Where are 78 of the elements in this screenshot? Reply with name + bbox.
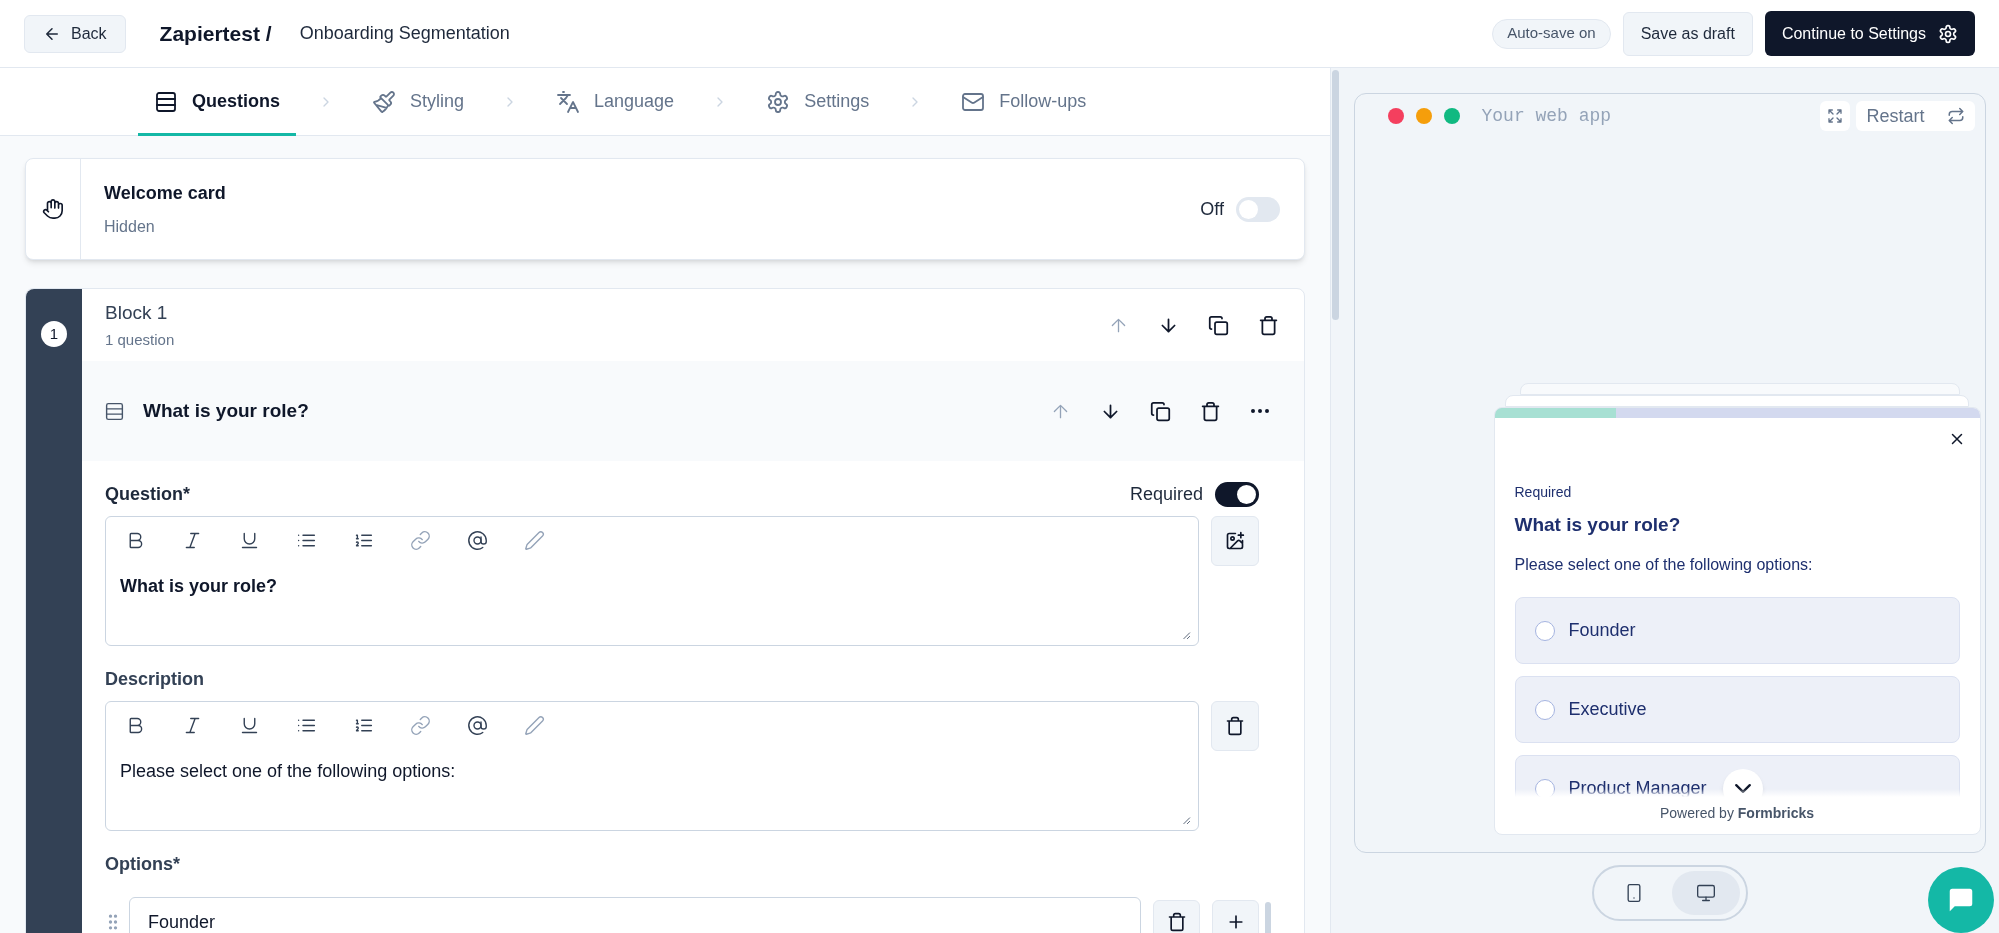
block-subtitle: 1 question <box>105 330 176 350</box>
editor-text: What is your role? <box>120 575 279 598</box>
editor-text: Please select one of the following options: <box>120 760 457 783</box>
powered-by-text: Powered by Formbricks <box>1659 804 1815 823</box>
tab[interactable]: Follow-ups <box>945 68 1103 136</box>
monitor-icon <box>1695 883 1716 903</box>
continue-button[interactable]: Continue to Settings <box>1764 11 1975 56</box>
tab[interactable]: Settings <box>750 68 886 136</box>
repeat-icon <box>1946 107 1965 125</box>
pencil-icon <box>523 529 545 551</box>
block-title: Block 1 <box>105 300 169 325</box>
expand-icon <box>1827 108 1844 124</box>
copy-icon <box>1149 400 1171 422</box>
field-label: Options* <box>105 853 181 876</box>
add-image-button[interactable] <box>1211 516 1259 566</box>
settings-icon <box>766 89 791 114</box>
choice-label: Executive <box>1568 698 1647 721</box>
trash-icon <box>1257 314 1279 336</box>
tab[interactable]: Language <box>540 68 691 136</box>
scrollbar-thumb[interactable] <box>1332 70 1339 320</box>
translate-icon <box>556 89 581 114</box>
radio-button[interactable] <box>1534 778 1555 797</box>
at-sign-icon <box>466 529 488 551</box>
chevron-down-icon <box>1734 784 1751 793</box>
at-sign-icon <box>466 714 488 736</box>
monitor-view-button[interactable] <box>1671 871 1740 915</box>
expand-button[interactable] <box>1820 101 1851 131</box>
welcome-card[interactable]: Welcome card Hidden Off <box>25 158 1305 260</box>
paintbrush-icon <box>372 89 396 114</box>
field-label: Description <box>105 668 206 691</box>
choice-option[interactable]: Executive <box>1514 676 1960 743</box>
link-icon <box>409 714 431 736</box>
add-option-button[interactable] <box>1212 899 1259 933</box>
rows-icon <box>104 400 125 422</box>
description-editor[interactable]: Please select one of the following options: <box>105 701 1199 831</box>
welcome-card-status: Hidden <box>104 216 156 237</box>
toggle-label: Off <box>1200 197 1224 221</box>
choice-option[interactable]: Founder <box>1514 597 1960 664</box>
project-name: Zapiertest / <box>159 20 272 47</box>
pencil-icon <box>523 714 545 736</box>
link-icon <box>409 529 431 551</box>
radio-button[interactable] <box>1534 699 1555 720</box>
choice-label: Product Manager <box>1568 777 1707 797</box>
trash-icon <box>1199 400 1221 422</box>
survey-question: What is your role? <box>1514 512 1682 537</box>
radio-button[interactable] <box>1534 620 1555 641</box>
copy-icon <box>1207 314 1229 336</box>
rows-icon <box>154 89 178 114</box>
choice-label: Founder <box>1568 619 1636 642</box>
delete-description-button[interactable] <box>1211 701 1259 751</box>
required-label: Required <box>1129 483 1203 506</box>
survey-name: Onboarding Segmentation <box>299 22 510 45</box>
autosave-badge: Auto-save on <box>1492 18 1611 49</box>
hand-icon <box>42 198 64 220</box>
trash-icon <box>1166 912 1187 932</box>
choice-option[interactable]: Product Manager <box>1514 755 1960 797</box>
tab[interactable]: Questions <box>138 68 296 136</box>
tab[interactable]: Styling <box>356 68 481 136</box>
required-label: Required <box>1514 482 1573 502</box>
delete-option-button[interactable] <box>1153 899 1200 933</box>
save-draft-button[interactable]: Save as draft <box>1622 11 1753 56</box>
back-button[interactable]: Back <box>24 14 126 53</box>
question-editor[interactable]: What is your role? <box>105 516 1199 646</box>
welcome-card-title: Welcome card <box>104 181 227 205</box>
field-label: Question* <box>105 483 190 506</box>
welcome-toggle[interactable] <box>1236 196 1280 222</box>
option-input[interactable]: Founder <box>129 897 1141 933</box>
block-number: 1 <box>41 321 67 347</box>
trash-icon <box>1225 716 1245 736</box>
image-plus-icon <box>1225 531 1245 551</box>
app-label: Your web app <box>1481 104 1613 128</box>
settings-icon <box>1938 23 1958 44</box>
restart-button[interactable]: Restart <box>1856 101 1975 131</box>
survey-description: Please select one of the following options: <box>1514 555 1814 575</box>
question-title: What is your role? <box>143 398 310 423</box>
more-icon <box>1251 409 1269 413</box>
required-toggle[interactable] <box>1215 482 1259 507</box>
question-header[interactable]: What is your role? <box>82 361 1304 461</box>
